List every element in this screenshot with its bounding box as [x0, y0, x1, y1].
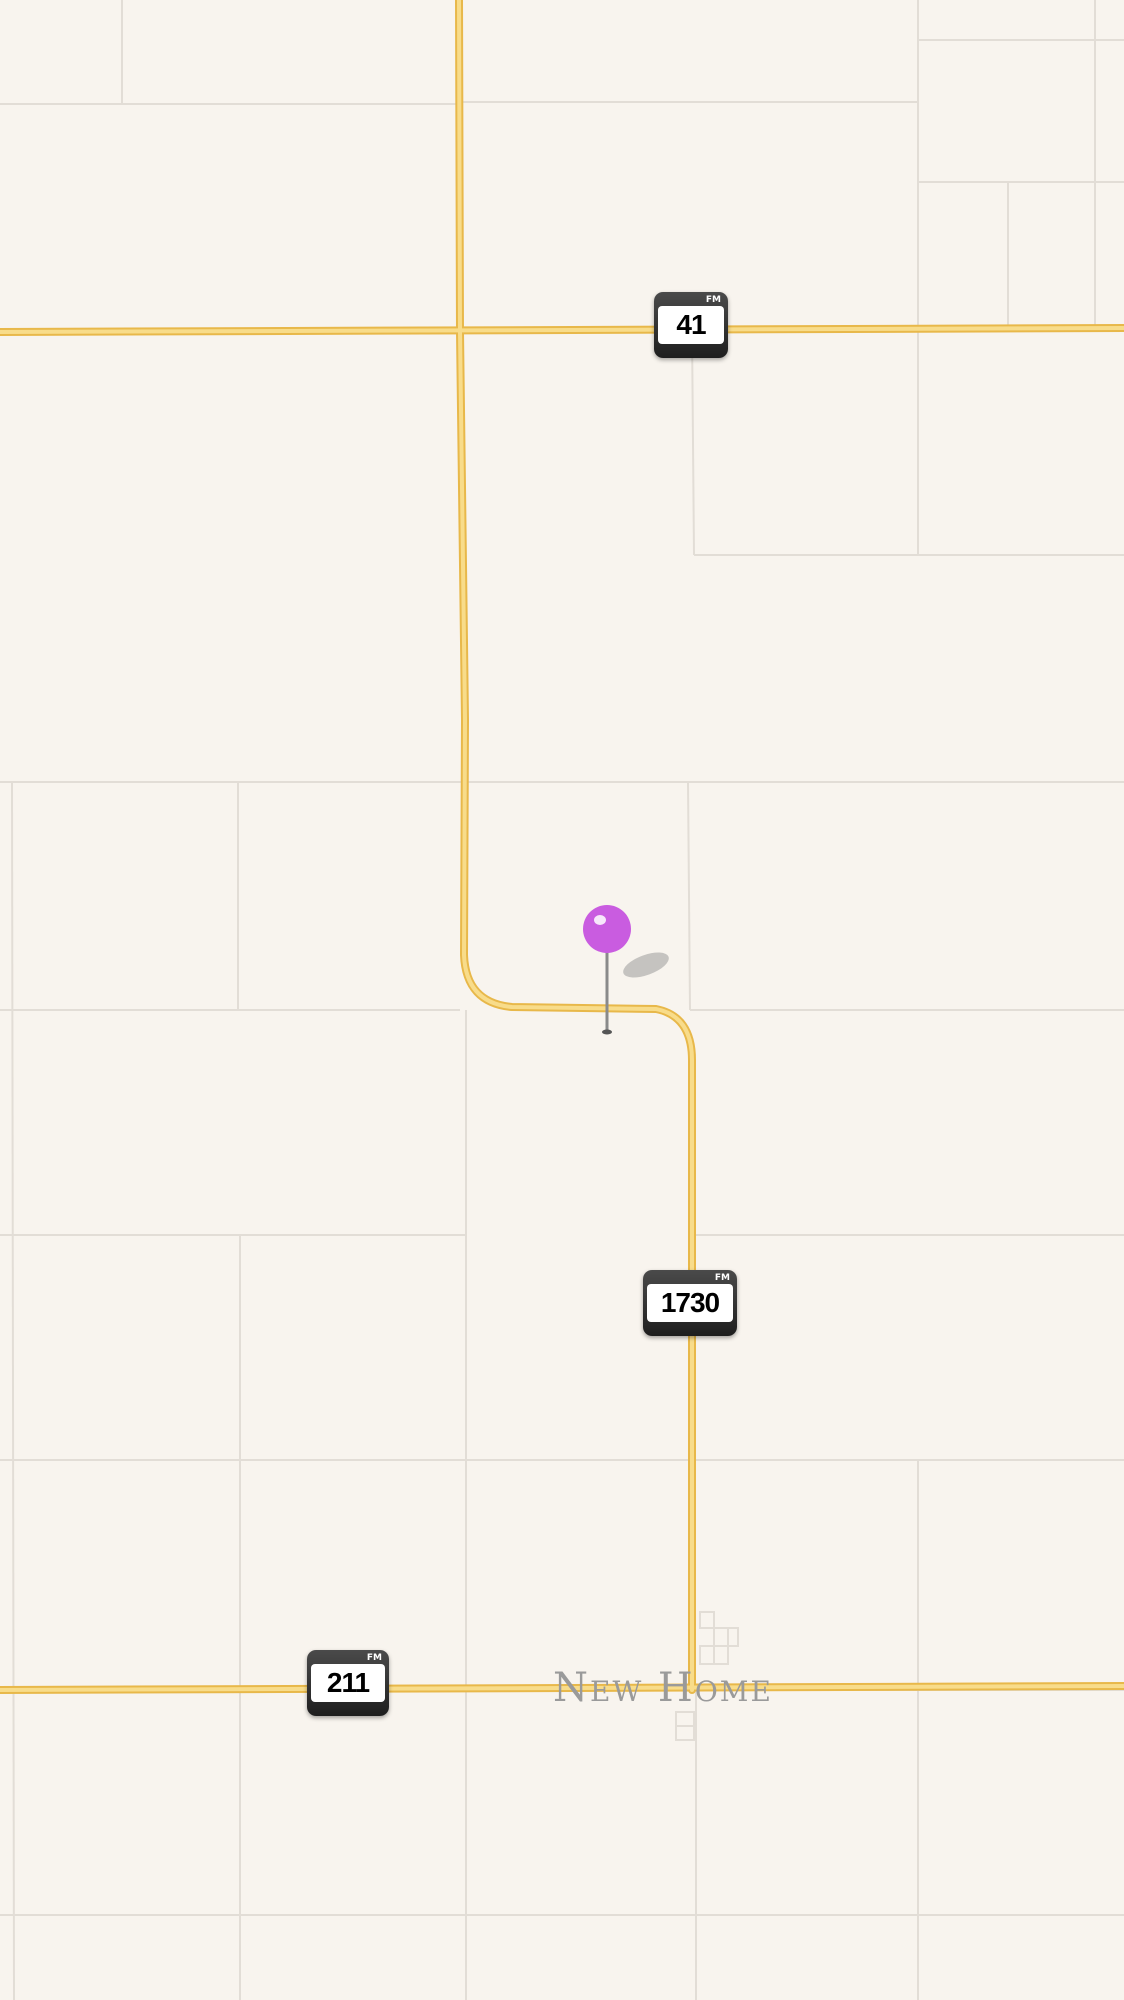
shield-type-label: FM [705, 295, 721, 305]
fm-1730-shield[interactable]: FM 1730 [643, 1270, 737, 1336]
pin-shadow [623, 952, 669, 978]
pin-head-icon [583, 905, 631, 953]
place-label-new-home[interactable]: New Home [553, 1665, 773, 1711]
shield-number: 1730 [647, 1284, 733, 1322]
pin-tip [602, 1029, 612, 1035]
fm-41-shield[interactable]: FM 41 [654, 292, 728, 358]
major-roads-casing [0, 0, 1124, 1694]
shield-number: 41 [658, 306, 724, 344]
shield-number: 211 [311, 1664, 385, 1702]
fm-211-shield[interactable]: FM 211 [307, 1650, 389, 1716]
map-canvas[interactable]: FM 41 FM 1730 FM 211 New Home [0, 0, 1124, 2000]
pin-highlight [594, 915, 606, 925]
major-roads [0, 0, 1124, 1692]
shield-type-label: FM [714, 1273, 730, 1283]
shield-type-label: FM [366, 1653, 382, 1663]
